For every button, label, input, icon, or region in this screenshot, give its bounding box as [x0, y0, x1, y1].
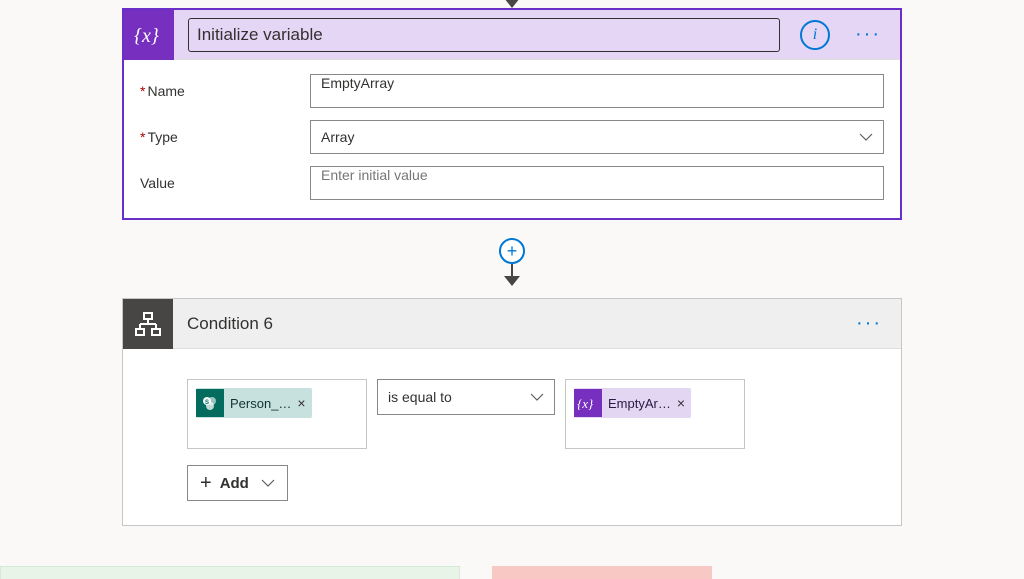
operator-value: is equal to	[388, 389, 452, 405]
branch-bars	[0, 566, 1024, 579]
chevron-down-icon	[261, 479, 275, 487]
variable-icon: {x}	[574, 389, 602, 417]
condition-body: S Person_… × is equal to {x}	[123, 349, 901, 525]
condition-right-operand[interactable]: {x} EmptyAr… ×	[565, 379, 745, 449]
token-label: EmptyAr…	[608, 396, 671, 411]
type-select[interactable]: Array	[310, 120, 884, 154]
flow-arrow-top	[504, 0, 520, 8]
token-person[interactable]: S Person_… ×	[196, 388, 312, 418]
svg-text:S: S	[205, 400, 209, 406]
condition-left-operand[interactable]: S Person_… ×	[187, 379, 367, 449]
type-label: *Type	[140, 129, 310, 145]
chevron-down-icon	[859, 133, 873, 141]
action-body: *Name EmptyArray *Type Array Value Enter…	[124, 60, 900, 218]
more-button[interactable]: ···	[850, 23, 886, 46]
yes-branch-top	[0, 566, 460, 579]
info-button[interactable]: i	[800, 20, 830, 50]
svg-text:{x}: {x}	[134, 25, 159, 47]
condition-title[interactable]: Condition 6	[187, 314, 837, 334]
type-value: Array	[321, 129, 354, 145]
action-condition[interactable]: Condition 6 ··· S Person_… × is equal to	[122, 298, 902, 526]
action-title-wrapper[interactable]: Initialize variable	[188, 18, 786, 52]
token-emptyarray[interactable]: {x} EmptyAr… ×	[574, 388, 691, 418]
value-label: Value	[140, 175, 310, 191]
token-remove-button[interactable]: ×	[677, 395, 685, 411]
token-label: Person_…	[230, 396, 291, 411]
action-title[interactable]: Initialize variable	[188, 18, 780, 52]
condition-header[interactable]: Condition 6 ···	[123, 299, 901, 349]
no-branch-top	[492, 566, 712, 579]
name-input[interactable]: EmptyArray	[310, 74, 884, 108]
add-label: Add	[220, 475, 249, 492]
condition-expression-row: S Person_… × is equal to {x}	[139, 379, 885, 449]
value-input[interactable]: Enter initial value	[310, 166, 884, 200]
condition-operator-select[interactable]: is equal to	[377, 379, 555, 415]
more-button[interactable]: ···	[851, 312, 887, 335]
plus-icon: +	[200, 473, 212, 493]
token-remove-button[interactable]: ×	[297, 395, 305, 411]
add-condition-button[interactable]: + Add	[187, 465, 288, 501]
flow-connector	[504, 262, 520, 286]
svg-text:{x}: {x}	[577, 396, 594, 411]
action-initialize-variable[interactable]: {x} Initialize variable i ··· *Name Empt…	[122, 8, 902, 220]
name-label: *Name	[140, 83, 310, 99]
chevron-down-icon	[530, 393, 544, 401]
condition-icon	[123, 299, 173, 349]
variable-icon: {x}	[124, 10, 174, 60]
sharepoint-icon: S	[196, 389, 224, 417]
add-step-button[interactable]: +	[499, 238, 525, 264]
action-header[interactable]: {x} Initialize variable i ···	[124, 10, 900, 60]
